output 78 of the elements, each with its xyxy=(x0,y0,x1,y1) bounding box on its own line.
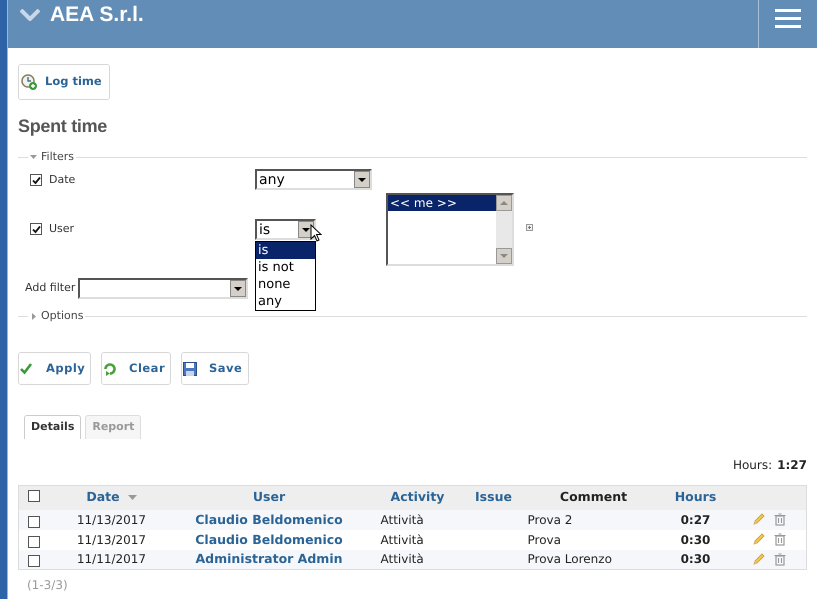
sort-icon xyxy=(128,495,137,500)
hours-cell: 0:27 xyxy=(674,510,718,530)
checkbox[interactable] xyxy=(28,555,40,568)
edit-button[interactable] xyxy=(752,533,764,546)
dropdown-arrow-icon xyxy=(234,286,242,290)
checkbox[interactable] xyxy=(28,516,40,528)
scroll-down-icon xyxy=(500,254,508,258)
save-button[interactable]: Save xyxy=(181,352,249,385)
dropdown-arrow-icon xyxy=(358,178,366,182)
add-filter-label: Add filter xyxy=(25,280,76,296)
clear-button[interactable]: Clear xyxy=(101,352,171,385)
activity-cell: Attività xyxy=(362,530,474,550)
delete-button[interactable] xyxy=(774,513,786,526)
column-header[interactable]: Hours xyxy=(674,488,716,508)
scroll-up-icon xyxy=(500,201,508,205)
tab[interactable]: Details xyxy=(24,415,82,439)
total-hours-label: Hours: xyxy=(732,457,772,474)
dropdown-option[interactable]: any xyxy=(256,293,315,310)
operator-select[interactable]: any xyxy=(255,169,372,190)
dropdown-arrow-icon xyxy=(302,228,310,232)
dropdown-option[interactable]: is not xyxy=(256,259,315,276)
user-link[interactable]: Administrator Admin xyxy=(195,551,343,566)
pencil-icon xyxy=(752,513,764,526)
checkbox[interactable] xyxy=(30,174,42,186)
check-icon xyxy=(20,362,34,376)
fieldset-toggle[interactable]: Filters xyxy=(28,148,76,166)
checkbox[interactable] xyxy=(30,223,42,236)
column-header: Comment xyxy=(560,488,628,506)
chevron-icon xyxy=(20,9,40,21)
edit-button[interactable] xyxy=(752,513,764,526)
date-cell: 11/13/2017 xyxy=(46,530,176,550)
fieldset-toggle[interactable]: Options xyxy=(28,308,86,324)
dropdown-option[interactable]: is xyxy=(256,242,315,259)
column-header[interactable]: Issue xyxy=(475,488,512,508)
comment-cell: Prova Lorenzo xyxy=(514,550,674,570)
activity-cell: Attività xyxy=(362,510,474,530)
menu-icon xyxy=(775,8,801,28)
trash-icon xyxy=(774,533,786,546)
page-heading: Spent time xyxy=(18,115,108,137)
plus-icon xyxy=(526,224,533,231)
site-title: AEA S.r.l. xyxy=(50,3,144,27)
comment-cell: Prova 2 xyxy=(514,510,674,530)
dropdown-option[interactable]: none xyxy=(256,276,315,293)
checkbox[interactable] xyxy=(28,490,40,502)
trash-icon xyxy=(774,552,786,566)
activity-cell: Attività xyxy=(362,550,474,570)
user-link[interactable]: Claudio Beldomenico xyxy=(195,532,343,546)
refresh-icon xyxy=(103,362,117,376)
user-link[interactable]: Claudio Beldomenico xyxy=(195,512,343,526)
comment-cell: Prova xyxy=(514,530,674,550)
log-time-button[interactable]: Log time xyxy=(18,64,110,100)
total-hours-value: 1:27 xyxy=(777,457,807,474)
delete-button[interactable] xyxy=(774,533,786,546)
operator-select[interactable]: is xyxy=(255,219,316,240)
hours-cell: 0:30 xyxy=(674,550,718,570)
column-header[interactable]: User xyxy=(252,488,286,508)
checkbox[interactable] xyxy=(28,536,40,548)
apply-button[interactable]: Apply xyxy=(18,352,91,385)
pencil-icon xyxy=(752,552,764,566)
collapse-icon xyxy=(30,154,37,160)
filter-label: Date xyxy=(49,172,76,188)
expand-icon xyxy=(30,312,37,320)
date-cell: 11/11/2017 xyxy=(46,550,176,570)
user-listbox[interactable]: << me >> xyxy=(386,193,514,266)
hours-cell: 0:30 xyxy=(674,530,718,550)
pencil-icon xyxy=(752,533,764,546)
clock-icon xyxy=(21,74,37,90)
column-header[interactable]: Date xyxy=(86,488,137,508)
pagination-text: (1-3/3) xyxy=(26,578,69,592)
add-filter-select[interactable] xyxy=(78,278,248,299)
filter-label: User xyxy=(49,221,74,237)
trash-icon xyxy=(774,513,786,526)
date-cell: 11/13/2017 xyxy=(46,510,176,530)
delete-button[interactable] xyxy=(774,552,786,566)
scrollbar[interactable] xyxy=(496,195,512,264)
column-header[interactable]: Activity xyxy=(390,488,444,508)
listbox-option[interactable]: << me >> xyxy=(388,195,496,211)
edit-button[interactable] xyxy=(752,552,764,566)
